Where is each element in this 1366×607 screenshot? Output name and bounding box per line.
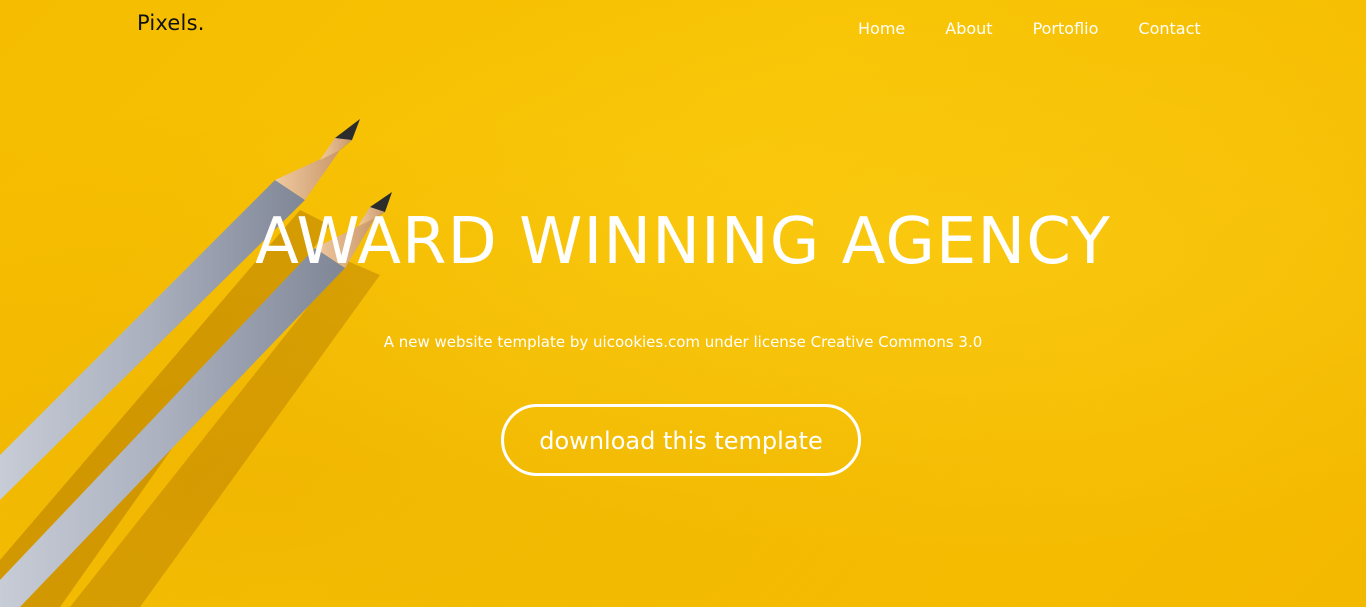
pencils-icon [0,119,392,607]
nav-link-contact[interactable]: Contact [1138,19,1200,38]
hero-section: Pixels. Home About Portoflio Contact AWA… [0,0,1366,607]
top-navbar: Pixels. Home About Portoflio Contact [0,0,1366,58]
nav-link-about[interactable]: About [945,19,992,38]
brand-logo[interactable]: Pixels. [137,11,205,35]
hero-subline: A new website template by uicookies.com … [383,333,983,351]
download-template-button[interactable]: download this template [501,404,861,476]
nav-menu: Home About Portoflio Contact [858,19,1201,38]
hero-headline: AWARD WINNING AGENCY [255,205,1111,279]
nav-link-portfolio[interactable]: Portoflio [1033,19,1099,38]
nav-link-home[interactable]: Home [858,19,905,38]
